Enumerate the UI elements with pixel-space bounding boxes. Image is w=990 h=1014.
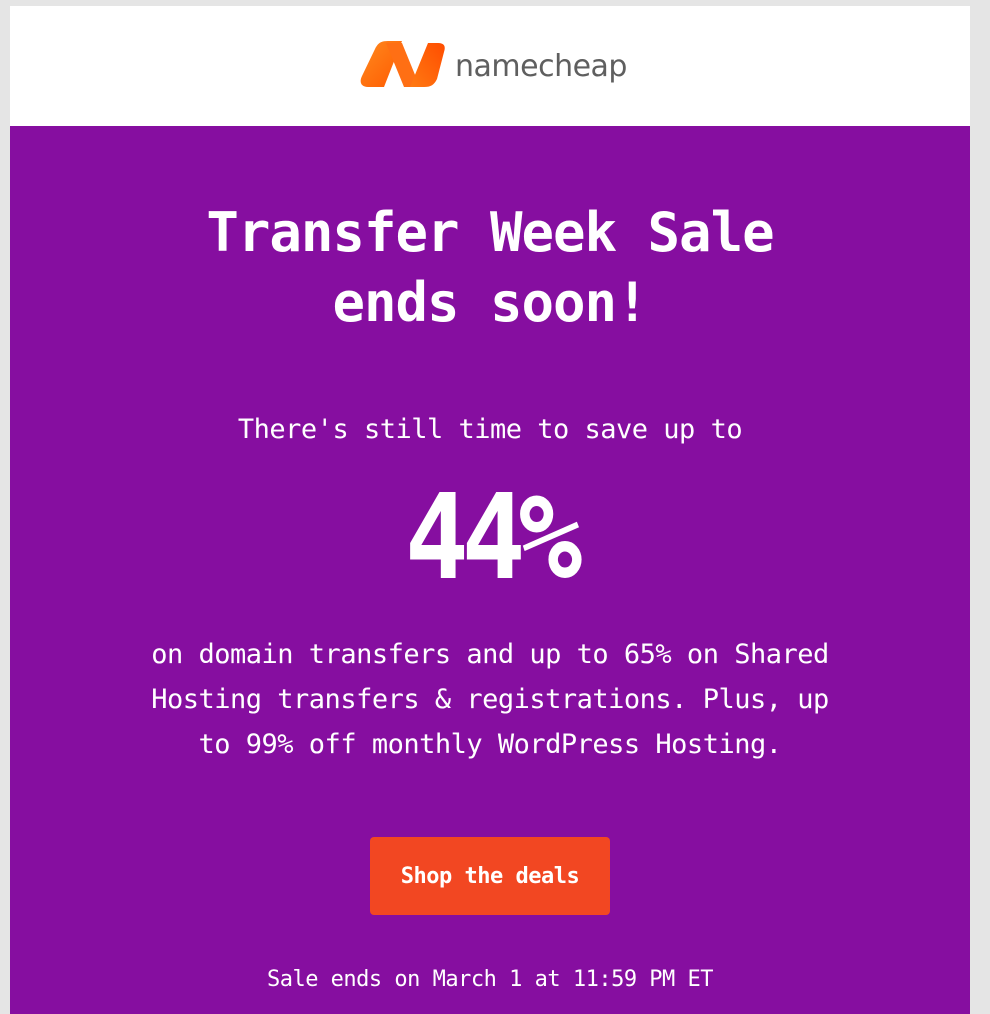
namecheap-logo[interactable]: namecheap (360, 40, 630, 96)
sale-end-date: Sale ends on March 1 at 11:59 PM ET (266, 967, 714, 992)
right-gutter (970, 0, 990, 1014)
offer-details: on domain transfers and up to 65% on Sha… (151, 639, 829, 760)
namecheap-n-logo-icon (360, 41, 445, 87)
savings-intro: There's still time to save up to (237, 414, 743, 445)
sale-headline: Transfer Week Sale ends soon! (90, 198, 890, 338)
logo-text: namecheap (455, 49, 627, 84)
email-header: namecheap (10, 6, 970, 126)
sale-hero: Transfer Week Sale ends soon! There's st… (10, 126, 970, 1014)
email-frame: namecheap Transfer Week Sale ends soon! … (10, 6, 970, 1014)
headline-line-2: ends soon! (332, 271, 648, 334)
discount-percent: 44% (404, 468, 582, 606)
shop-deals-button[interactable]: Shop the deals (370, 837, 610, 915)
headline-line-1: Transfer Week Sale (206, 201, 774, 264)
